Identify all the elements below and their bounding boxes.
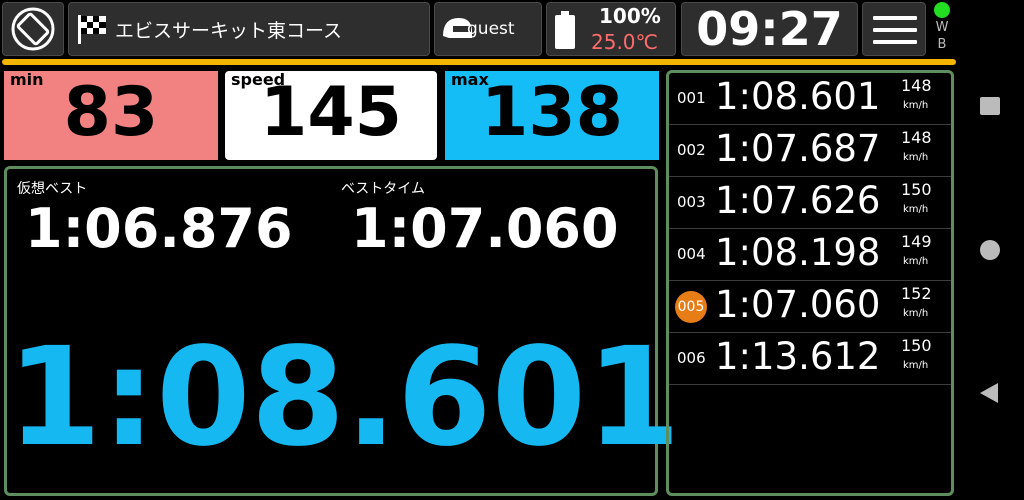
wb-label-w: W: [935, 20, 949, 35]
best-lap-marker: 005: [675, 291, 707, 323]
user-button[interactable]: guest: [434, 2, 542, 56]
lap-max-speed: 150: [901, 336, 932, 355]
speed-unit: km/h: [903, 308, 929, 319]
lap-row[interactable]: 003 1:07.626 150 km/h: [669, 177, 951, 229]
max-value: 138: [481, 73, 623, 152]
lap-time: 1:13.612: [715, 335, 881, 378]
square-nav-icon[interactable]: [980, 97, 1000, 115]
lap-number: 004: [677, 245, 706, 263]
lap-time: 1:08.198: [715, 231, 881, 274]
course-name: エビスサーキット東コース: [115, 19, 343, 42]
wb-label-b: B: [937, 37, 947, 52]
rotate-screen-button[interactable]: [2, 2, 64, 56]
lap-number: 001: [677, 89, 706, 107]
lap-number: 002: [677, 141, 706, 159]
speed-unit: km/h: [903, 152, 929, 163]
min-value: 83: [63, 73, 159, 152]
current-lap-time: 1:08.601: [7, 319, 681, 477]
virtual-best-label: 仮想ベスト: [17, 181, 88, 197]
lap-row[interactable]: 002 1:07.687 148 km/h: [669, 125, 951, 177]
clock: 09:27: [681, 2, 858, 56]
menu-button[interactable]: [862, 2, 926, 56]
lap-max-speed: 148: [901, 76, 932, 95]
lap-time: 1:07.626: [715, 179, 881, 222]
lap-row[interactable]: 004 1:08.198 149 km/h: [669, 229, 951, 281]
divider-line: [2, 59, 956, 65]
speed-unit: km/h: [903, 100, 929, 111]
lap-max-speed: 150: [901, 180, 932, 199]
device-status: 100% 25.0℃: [546, 2, 676, 56]
battery-icon: [555, 11, 575, 49]
min-speed-box: min 83: [4, 70, 218, 160]
battery-percent: 100%: [599, 4, 661, 28]
speed-value: 145: [260, 73, 402, 152]
lap-row-best[interactable]: 005 1:07.060 152 km/h: [669, 281, 951, 333]
temperature-readout: 25.0℃: [591, 30, 658, 54]
gps-status-led: [934, 2, 950, 18]
lap-time: 1:07.687: [715, 127, 881, 170]
course-select-button[interactable]: エビスサーキット東コース: [68, 2, 430, 56]
best-time-label: ベストタイム: [341, 181, 425, 197]
user-name: guest: [467, 19, 515, 39]
lap-number: 006: [677, 349, 706, 367]
lap-list[interactable]: 001 1:08.601 148 km/h 002 1:07.687 148 k…: [666, 70, 954, 496]
speed-unit: km/h: [903, 204, 929, 215]
checkered-flag-icon: [78, 15, 106, 44]
lap-row[interactable]: 006 1:13.612 150 km/h: [669, 333, 951, 385]
lap-time: 1:07.060: [715, 283, 881, 326]
speed-unit: km/h: [903, 256, 929, 267]
lap-time-panel: 仮想ベスト 1:06.876 ベストタイム 1:07.060 1:08.601: [4, 166, 681, 496]
current-speed-box: speed 145: [225, 70, 437, 160]
lap-max-speed: 152: [901, 284, 932, 303]
rotate-screen-icon: [11, 7, 55, 51]
circle-nav-icon[interactable]: [980, 240, 1000, 260]
lap-number: 003: [677, 193, 706, 211]
triangle-nav-icon[interactable]: [980, 383, 998, 403]
max-speed-box: max 138: [445, 70, 659, 160]
speed-unit: km/h: [903, 360, 929, 371]
lap-max-speed: 149: [901, 232, 932, 251]
lap-max-speed: 148: [901, 128, 932, 147]
best-time: 1:07.060: [351, 197, 619, 260]
lap-row[interactable]: 001 1:08.601 148 km/h: [669, 73, 951, 125]
virtual-best-time: 1:06.876: [25, 197, 293, 260]
lap-time: 1:08.601: [715, 75, 881, 118]
